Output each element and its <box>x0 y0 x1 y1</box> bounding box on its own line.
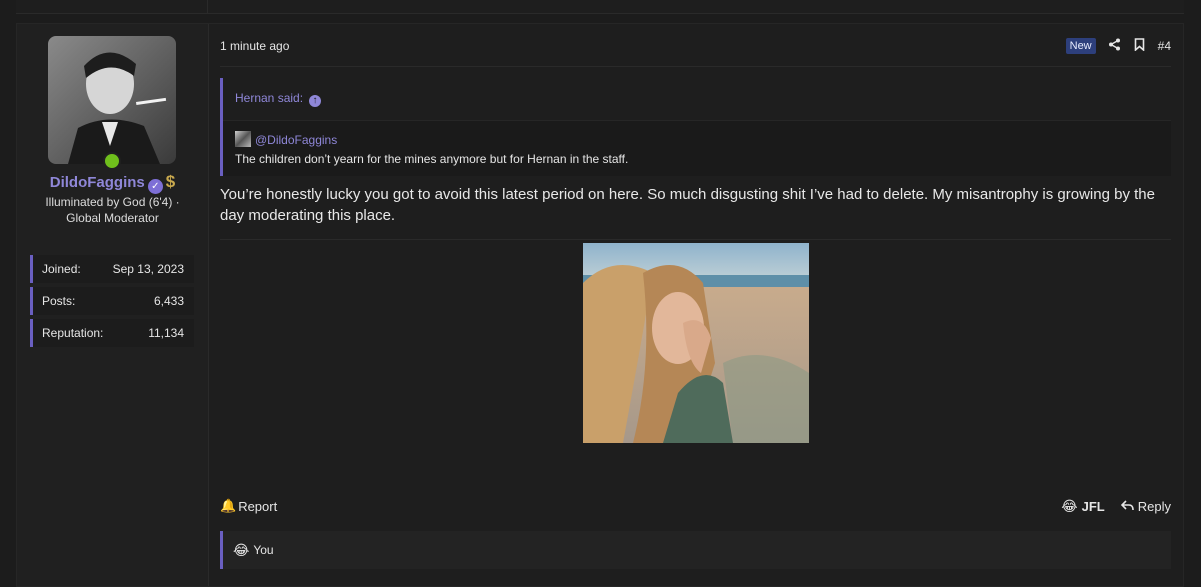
stat-value: 11,134 <box>148 326 184 340</box>
report-link[interactable]: 🔔 Report <box>220 498 1061 514</box>
reply-label: Reply <box>1137 498 1171 514</box>
reactions-summary-bar[interactable]: 😂 You <box>220 531 1171 569</box>
stat-reputation: Reputation: 11,134 <box>30 319 194 347</box>
user-stats: Joined: Sep 13, 2023 Posts: 6,433 Reputa… <box>30 255 194 351</box>
reaction-label: JFL <box>1081 498 1105 514</box>
post-footer: 🔔 Report 😂 JFL Reply <box>220 496 1171 516</box>
laughing-emoji-icon: 😂 <box>233 541 250 558</box>
reactions-summary-label: You <box>253 543 274 557</box>
avatar[interactable] <box>48 36 176 164</box>
forum-post: DildoFaggins ✓ $ Illuminated by God (6'4) … <box>16 23 1184 587</box>
quote-text: The children don’t yearn for the mines a… <box>235 152 629 166</box>
stat-label: Reputation: <box>42 326 104 340</box>
report-label: Report <box>238 498 278 514</box>
header-divider <box>220 66 1171 67</box>
message-divider <box>220 239 1171 240</box>
username-link[interactable]: DildoFaggins <box>50 174 145 191</box>
bookmark-icon[interactable] <box>1134 38 1145 54</box>
quote-header: Hernan said: ↑ <box>223 78 1171 121</box>
stat-value: 6,433 <box>153 294 184 308</box>
mention-avatar <box>235 131 251 147</box>
reply-arrow-icon <box>1120 498 1134 514</box>
quote-body: @DildoFaggins The children don’t yearn f… <box>223 121 1171 179</box>
previous-post-remnant <box>16 0 1184 14</box>
stat-label: Joined: <box>42 262 81 276</box>
post-message: You’re honestly lucky you got to avoid t… <box>220 186 1155 224</box>
user-info-column: DildoFaggins ✓ $ Illuminated by God (6'4) … <box>17 24 209 586</box>
post-header: 1 minute ago New #4 <box>220 36 1171 56</box>
quote-block: Hernan said: ↑ @DildoFaggins The children… <box>220 78 1171 176</box>
stat-joined: Joined: Sep 13, 2023 <box>30 255 194 283</box>
post-timestamp[interactable]: 1 minute ago <box>220 39 1066 53</box>
gif-image <box>583 243 809 443</box>
quote-author-link[interactable]: Hernan said: <box>235 91 303 105</box>
new-badge: New <box>1065 38 1096 54</box>
quote-mention-line: @DildoFaggins <box>235 131 1159 150</box>
share-icon[interactable] <box>1108 38 1121 54</box>
bell-icon: 🔔 <box>220 498 237 513</box>
stat-value: Sep 13, 2023 <box>112 262 184 276</box>
reply-button[interactable]: Reply <box>1120 498 1171 514</box>
post-main: 1 minute ago New #4 Hernan said: ↑ @Dild… <box>209 24 1183 586</box>
post-number-link[interactable]: #4 <box>1158 39 1171 53</box>
mention-link[interactable]: @DildoFaggins <box>255 133 337 147</box>
arrow-up-icon[interactable]: ↑ <box>309 95 322 107</box>
previous-post-user-column <box>16 0 208 13</box>
online-status-indicator <box>103 152 121 170</box>
username-row: DildoFaggins ✓ $ <box>17 172 208 194</box>
avatar-image <box>48 36 176 164</box>
verified-badge-icon: ✓ <box>147 179 163 194</box>
laughing-emoji-icon: 😂 <box>1061 497 1078 514</box>
reaction-button[interactable]: 😂 JFL <box>1061 498 1104 515</box>
embedded-gif[interactable] <box>583 243 809 443</box>
dollar-badge-icon: $ <box>165 172 176 191</box>
user-title: Illuminated by God (6'4) · Global Modera… <box>45 195 180 225</box>
stat-posts: Posts: 6,433 <box>30 287 194 315</box>
stat-label: Posts: <box>42 294 76 308</box>
